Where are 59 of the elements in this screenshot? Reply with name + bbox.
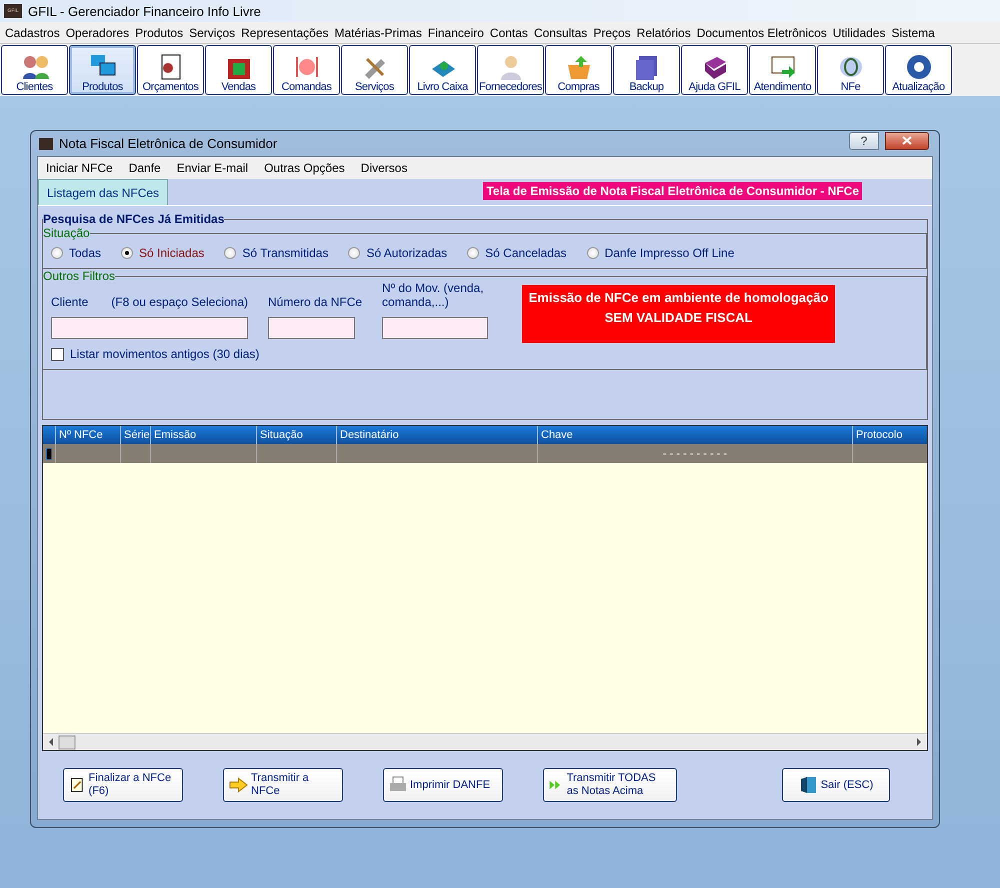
- radio-option[interactable]: Todas: [51, 246, 102, 260]
- menu-item[interactable]: Preços: [592, 26, 636, 40]
- toolbar-button[interactable]: Serviços: [341, 45, 408, 95]
- action-button[interactable]: Transmitir TODAS as Notas Acima: [543, 768, 677, 802]
- toolbar-button[interactable]: Fornecedores: [477, 45, 544, 95]
- menu-item[interactable]: Outras Opções: [264, 161, 345, 175]
- menu-item[interactable]: Utilidades: [832, 26, 890, 40]
- field-label: Cliente: [51, 294, 88, 311]
- field-label: Número da NFCe: [268, 294, 362, 311]
- radio-option[interactable]: Só Autorizadas: [348, 246, 448, 260]
- radio-option[interactable]: Só Canceladas: [467, 246, 567, 260]
- toolbar-button[interactable]: Clientes: [1, 45, 68, 95]
- toolbar-button[interactable]: Atualização: [885, 45, 952, 95]
- field-hint: (F8 ou espaço Seleciona): [111, 294, 248, 311]
- menu-item[interactable]: Contas: [488, 26, 533, 40]
- window-title: GFIL - Gerenciador Financeiro Info Livre: [28, 4, 261, 18]
- menu-item[interactable]: Cadastros: [4, 26, 65, 40]
- toolbar-button[interactable]: Ajuda GFIL: [681, 45, 748, 95]
- menu-item[interactable]: Danfe: [128, 161, 161, 175]
- group-title: Pesquisa de NFCes Já Emitidas: [43, 212, 224, 226]
- group-title: Outros Filtros: [43, 269, 116, 283]
- action-button[interactable]: Transmitir a NFCe: [223, 768, 343, 802]
- radio-option[interactable]: Só Iniciadas: [121, 246, 204, 260]
- action-button[interactable]: Imprimir DANFE: [383, 768, 503, 802]
- tab[interactable]: Listagem das NFCes: [38, 179, 168, 205]
- help-button[interactable]: ?: [849, 132, 879, 150]
- field-label: Nº do Mov. (venda, comanda,...): [382, 285, 485, 311]
- menu-item[interactable]: Serviços: [188, 26, 240, 40]
- menu-item[interactable]: Diversos: [360, 161, 408, 175]
- group-title: Situação: [43, 226, 90, 240]
- toolbar-button[interactable]: Livro Caixa: [409, 45, 476, 95]
- menu-item[interactable]: Produtos: [134, 26, 188, 40]
- menu-item[interactable]: Sistema: [890, 26, 940, 40]
- radio-option[interactable]: Danfe Impresso Off Line: [586, 246, 734, 260]
- menu-item[interactable]: Enviar E-mail: [176, 161, 248, 175]
- screen-banner: Tela de Emissão de Nota Fiscal Eletrônica de Consumidor - NFCe: [483, 182, 862, 200]
- toolbar-button[interactable]: Backup: [613, 45, 680, 95]
- toolbar-button[interactable]: Atendimento: [749, 45, 816, 95]
- checkbox-option[interactable]: Listar movimentos antigos (30 dias): [43, 343, 926, 369]
- radio-option[interactable]: Só Transmitidas: [224, 246, 328, 260]
- toolbar-button[interactable]: Compras: [545, 45, 612, 95]
- menu-item[interactable]: Consultas: [532, 26, 592, 40]
- toolbar-button[interactable]: NFe: [817, 45, 884, 95]
- dialog-title: Nota Fiscal Eletrônica de Consumidor: [59, 136, 278, 151]
- table-cell: - - - - - - - - - -: [537, 444, 852, 463]
- menu-item[interactable]: Representações: [240, 26, 334, 40]
- menu-item[interactable]: Matérias-Primas: [334, 26, 427, 40]
- action-button[interactable]: Sair (ESC): [782, 768, 890, 802]
- toolbar-button[interactable]: Vendas: [205, 45, 272, 95]
- toolbar-button[interactable]: Produtos: [69, 45, 136, 95]
- toolbar-button[interactable]: Comandas: [273, 45, 340, 95]
- warning-banner: Emissão de NFCe em ambiente de homologação SEM VALIDADE FISCAL: [522, 285, 836, 343]
- action-button[interactable]: Finalizar a NFCe (F6): [63, 768, 183, 802]
- menu-item[interactable]: Operadores: [64, 26, 134, 40]
- menu-item[interactable]: Iniciar NFCe: [46, 161, 113, 175]
- menu-item[interactable]: Documentos Eletrônicos: [696, 26, 832, 40]
- menu-item[interactable]: Financeiro: [426, 26, 489, 40]
- toolbar-button[interactable]: Orçamentos: [137, 45, 204, 95]
- menu-item[interactable]: Relatórios: [636, 26, 696, 40]
